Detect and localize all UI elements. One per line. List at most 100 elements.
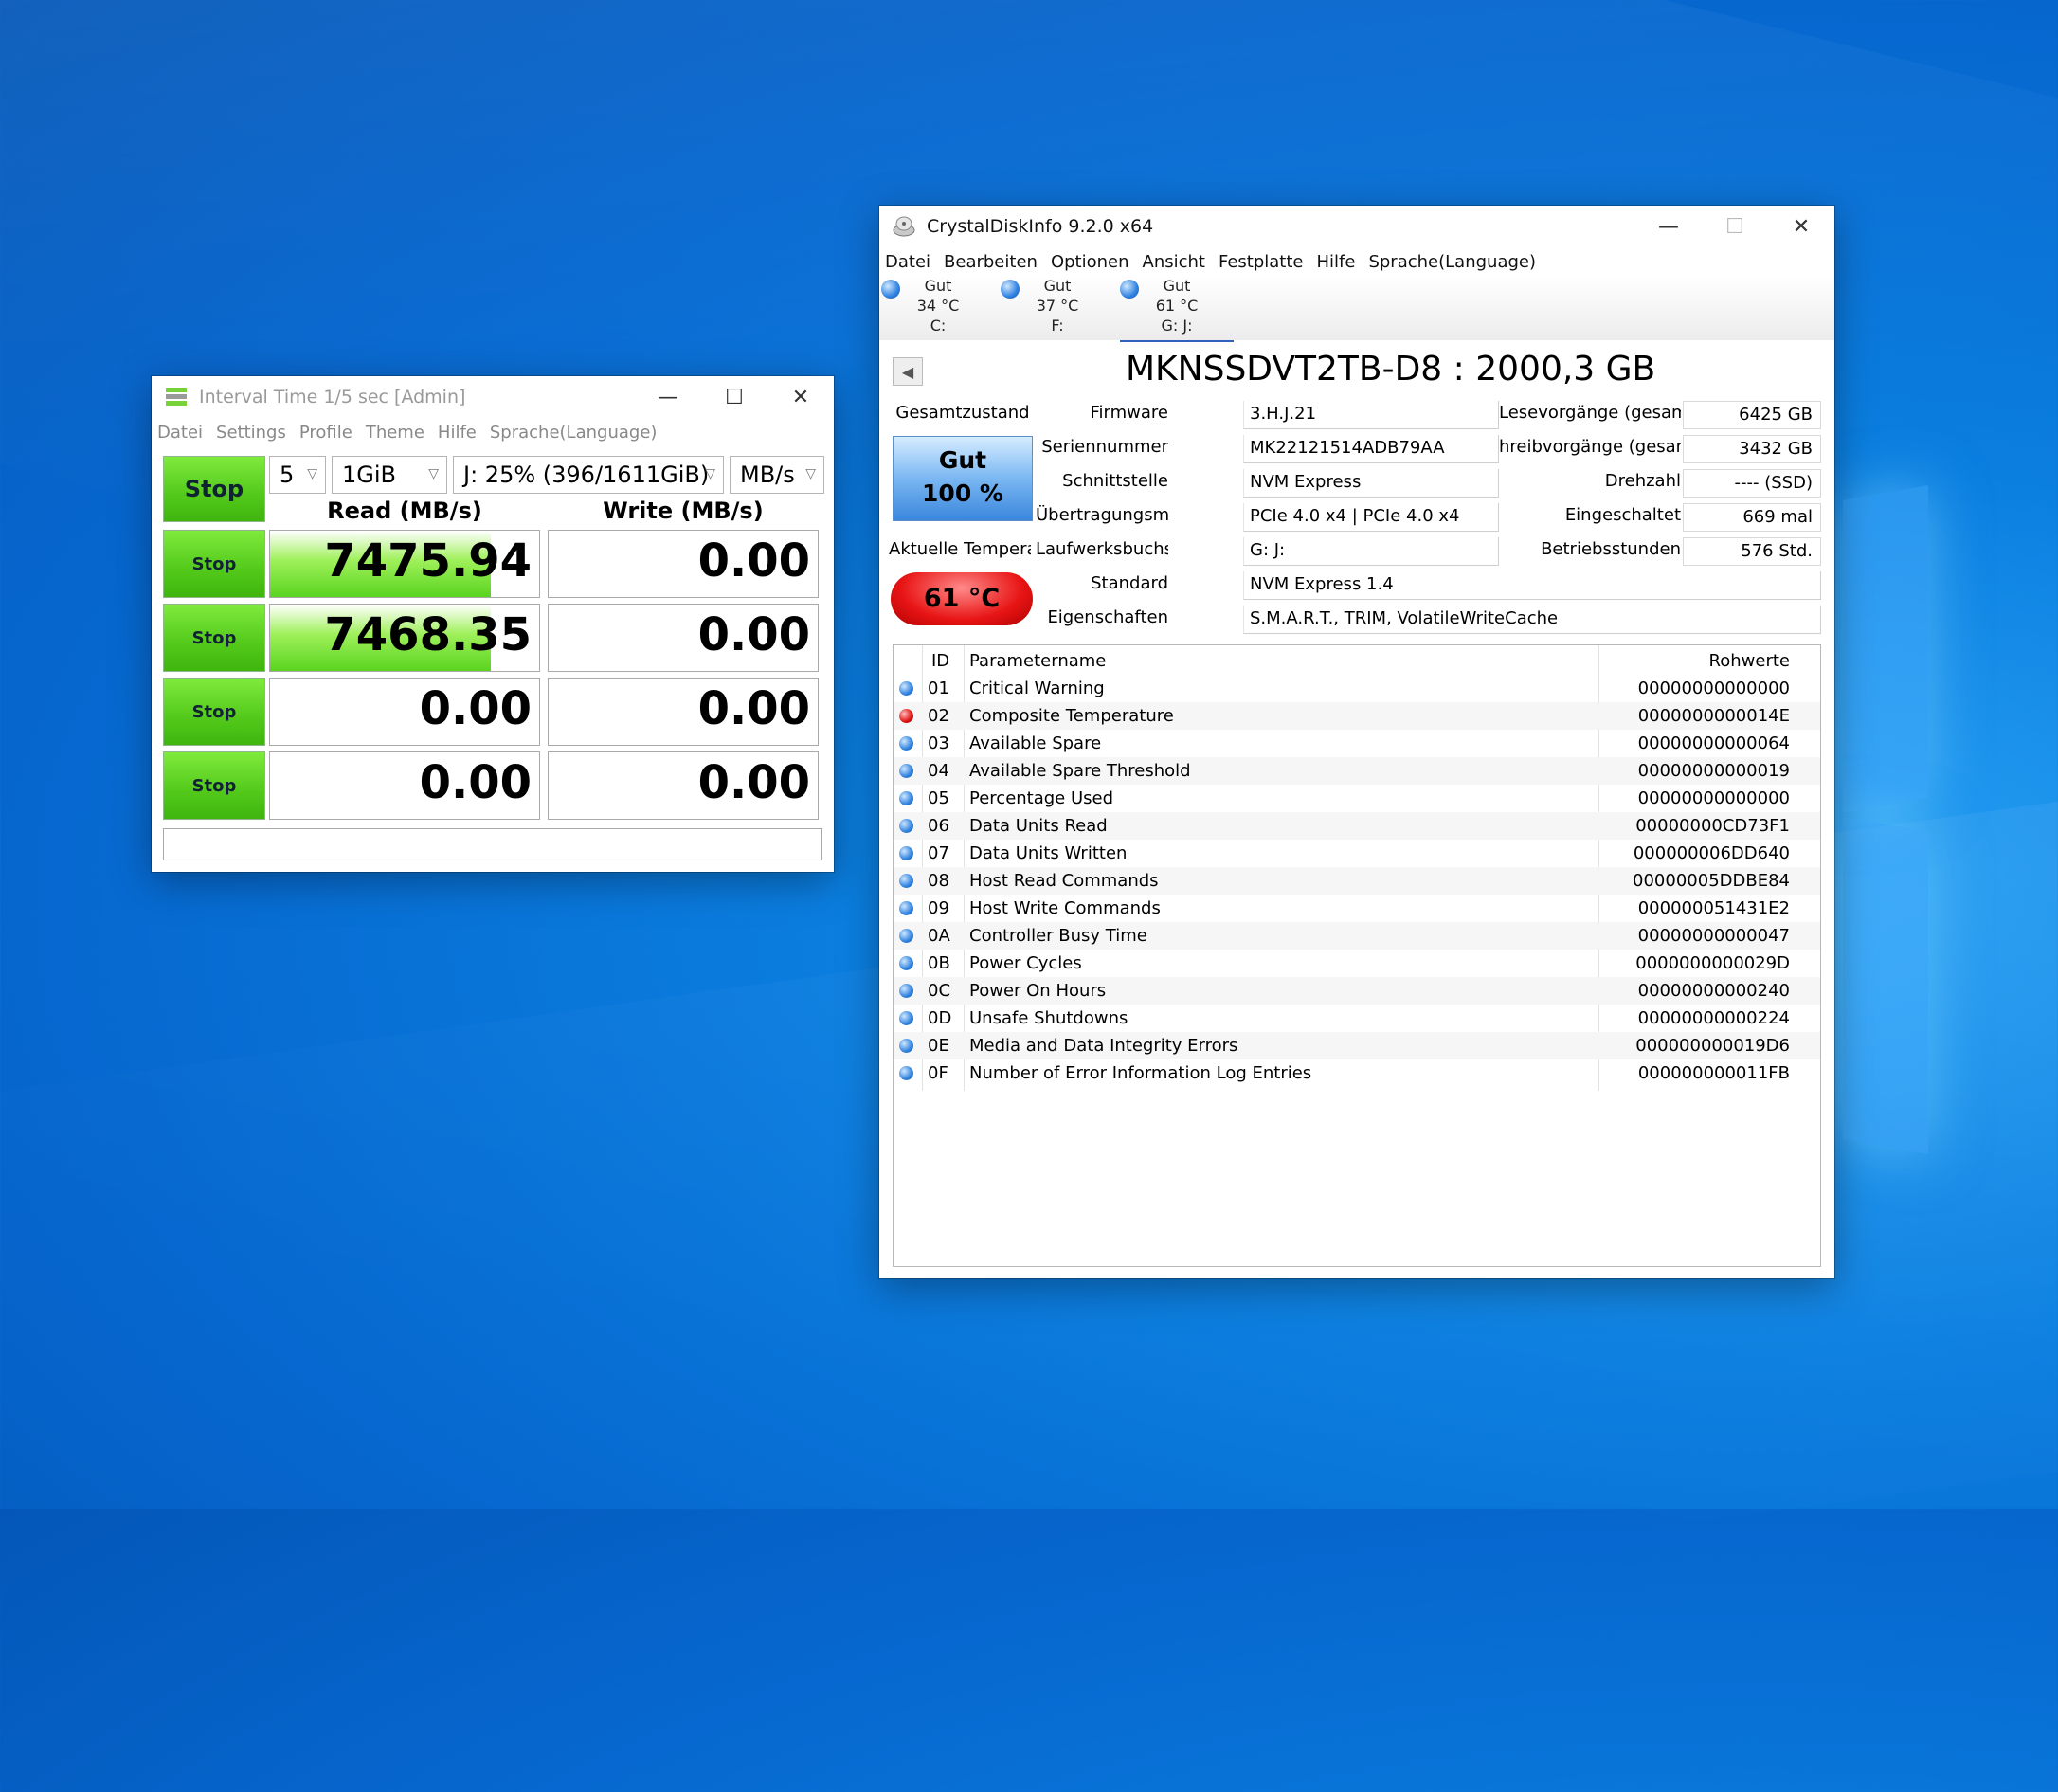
menu-ansicht[interactable]: Ansicht bbox=[1143, 252, 1205, 272]
smart-row[interactable]: 0C Power On Hours 00000000000240 bbox=[894, 977, 1820, 1005]
smart-name: Available Spare Threshold bbox=[969, 761, 1191, 781]
smart-name: Controller Busy Time bbox=[969, 926, 1147, 946]
size-select[interactable]: 1GiB ▽ bbox=[332, 456, 447, 494]
col-raw[interactable]: Rohwerte bbox=[1709, 647, 1790, 675]
smart-id: 04 bbox=[928, 761, 949, 781]
menu-theme[interactable]: Theme bbox=[366, 423, 424, 443]
interface-value: NVM Express bbox=[1243, 469, 1499, 498]
smart-row[interactable]: 0A Controller Busy Time 00000000000047 bbox=[894, 922, 1820, 950]
menu-datei[interactable]: Datei bbox=[157, 423, 203, 443]
read-result-cell: 0.00 bbox=[269, 751, 540, 820]
smart-id: 08 bbox=[928, 871, 949, 891]
crystaldiskinfo-window: CrystalDiskInfo 9.2.0 x64 — ☐ ✕ Datei Be… bbox=[879, 206, 1834, 1278]
row-stop-button[interactable]: Stop bbox=[163, 604, 265, 672]
size-value: 1GiB bbox=[342, 462, 396, 488]
menu-hilfe[interactable]: Hilfe bbox=[1317, 252, 1356, 272]
smart-row[interactable]: 0B Power Cycles 0000000000029D bbox=[894, 950, 1820, 977]
smart-raw-value: 00000000000000 bbox=[1637, 679, 1790, 698]
drive-temp: 61 °C bbox=[1155, 297, 1199, 315]
health-label: Gesamtzustand bbox=[895, 403, 1030, 423]
row-stop-button[interactable]: Stop bbox=[163, 530, 265, 598]
smart-raw-value: 00000000CD73F1 bbox=[1635, 816, 1790, 836]
smart-raw-value: 00000000000047 bbox=[1637, 926, 1790, 946]
smart-row[interactable]: 05 Percentage Used 00000000000000 bbox=[894, 785, 1820, 812]
smart-raw-value: 00000000000000 bbox=[1637, 788, 1790, 808]
writes-total-value: 3432 GB bbox=[1683, 435, 1821, 463]
maximize-button[interactable]: ☐ bbox=[701, 376, 767, 418]
menu-language[interactable]: Sprache(Language) bbox=[490, 423, 658, 443]
drive-select[interactable]: J: 25% (396/1611GiB) ▽ bbox=[453, 456, 724, 494]
drive-tab-gj[interactable]: Gut 61 °C G: J: bbox=[1120, 276, 1234, 342]
reads-total-value: 6425 GB bbox=[1683, 401, 1821, 429]
menu-profile[interactable]: Profile bbox=[299, 423, 352, 443]
standard-value: NVM Express 1.4 bbox=[1243, 571, 1821, 600]
smart-row[interactable]: 02 Composite Temperature 0000000000014E bbox=[894, 702, 1820, 730]
smart-id: 0E bbox=[928, 1036, 949, 1056]
minimize-button[interactable]: — bbox=[1635, 206, 1702, 247]
row-stop-button[interactable]: Stop bbox=[163, 678, 265, 746]
smart-name: Percentage Used bbox=[969, 788, 1114, 808]
health-status-badge[interactable]: Gut 100 % bbox=[893, 436, 1033, 521]
cdi-titlebar[interactable]: CrystalDiskInfo 9.2.0 x64 — ☐ ✕ bbox=[879, 206, 1834, 247]
smart-id: 06 bbox=[928, 816, 949, 836]
smart-row[interactable]: 09 Host Write Commands 000000051431E2 bbox=[894, 895, 1820, 922]
write-value: 0.00 bbox=[697, 682, 810, 735]
health-status-icon bbox=[1001, 280, 1020, 299]
smart-name: Unsafe Shutdowns bbox=[969, 1008, 1128, 1028]
read-result-cell: 0.00 bbox=[269, 678, 540, 746]
smart-name: Data Units Written bbox=[969, 843, 1128, 863]
drive-tab-c[interactable]: Gut 34 °C C: bbox=[881, 276, 995, 340]
smart-row[interactable]: 08 Host Read Commands 00000005DDBE84 bbox=[894, 867, 1820, 895]
smart-row[interactable]: 07 Data Units Written 000000006DD640 bbox=[894, 840, 1820, 867]
standard-label: Standard bbox=[1091, 573, 1168, 593]
menu-hilfe[interactable]: Hilfe bbox=[438, 423, 477, 443]
smart-name: Available Spare bbox=[969, 733, 1102, 753]
smart-table[interactable]: ID Parametername Rohwerte 01 Critical War… bbox=[893, 644, 1821, 1267]
menu-datei[interactable]: Datei bbox=[885, 252, 930, 272]
smart-id: 07 bbox=[928, 843, 949, 863]
col-name[interactable]: Parametername bbox=[969, 647, 1106, 675]
interface-label: Schnittstelle bbox=[1062, 471, 1168, 491]
smart-row[interactable]: 06 Data Units Read 00000000CD73F1 bbox=[894, 812, 1820, 840]
smart-id: 0A bbox=[928, 926, 950, 946]
menu-festplatte[interactable]: Festplatte bbox=[1219, 252, 1304, 272]
smart-row[interactable]: 01 Critical Warning 00000000000000 bbox=[894, 675, 1820, 702]
menu-optionen[interactable]: Optionen bbox=[1051, 252, 1129, 272]
smart-raw-value: 0000000000014E bbox=[1637, 706, 1790, 726]
smart-row[interactable]: 0F Number of Error Information Log Entrie… bbox=[894, 1059, 1820, 1087]
ok-status-icon bbox=[899, 736, 913, 751]
close-button[interactable]: ✕ bbox=[1768, 206, 1834, 247]
read-value: 7475.94 bbox=[324, 534, 532, 588]
count-select[interactable]: 5 ▽ bbox=[269, 456, 326, 494]
smart-row[interactable]: 0E Media and Data Integrity Errors 0000000… bbox=[894, 1032, 1820, 1059]
maximize-button[interactable]: ☐ bbox=[1702, 206, 1768, 247]
close-button[interactable]: ✕ bbox=[767, 376, 834, 418]
power-on-count-label: Eingeschaltet bbox=[1564, 505, 1681, 525]
drive-tab-f[interactable]: Gut 37 °C F: bbox=[1001, 276, 1114, 340]
write-column-header: Write (MB/s) bbox=[603, 498, 764, 524]
menu-settings[interactable]: Settings bbox=[216, 423, 286, 443]
stop-all-button[interactable]: Stop bbox=[163, 456, 265, 522]
smart-id: 09 bbox=[928, 898, 949, 918]
count-value: 5 bbox=[280, 462, 295, 488]
diskmark-body: Stop 5 ▽ 1GiB ▽ J: 25% (396/1611GiB) ▽ M… bbox=[163, 456, 824, 860]
row-stop-button[interactable]: Stop bbox=[163, 751, 265, 820]
drive-letter: F: bbox=[1051, 317, 1064, 335]
smart-row[interactable]: 0D Unsafe Shutdowns 00000000000224 bbox=[894, 1005, 1820, 1032]
smart-table-header: ID Parametername Rohwerte bbox=[894, 647, 1820, 675]
previous-disk-button[interactable]: ◀ bbox=[893, 357, 923, 386]
read-value: 0.00 bbox=[419, 756, 532, 809]
menu-bearbeiten[interactable]: Bearbeiten bbox=[944, 252, 1038, 272]
smart-id: 02 bbox=[928, 706, 949, 726]
write-result-cell: 0.00 bbox=[548, 678, 819, 746]
temperature-badge[interactable]: 61 °C bbox=[891, 572, 1033, 625]
unit-select[interactable]: MB/s ▽ bbox=[730, 456, 824, 494]
drive-temp: 34 °C bbox=[916, 297, 960, 315]
smart-row[interactable]: 03 Available Spare 00000000000064 bbox=[894, 730, 1820, 757]
diskmark-titlebar[interactable]: Interval Time 1/5 sec [Admin] — ☐ ✕ bbox=[152, 376, 834, 418]
diskmark-window: Interval Time 1/5 sec [Admin] — ☐ ✕ Date… bbox=[152, 376, 834, 872]
menu-language[interactable]: Sprache(Language) bbox=[1368, 252, 1536, 272]
smart-raw-value: 000000051431E2 bbox=[1637, 898, 1790, 918]
minimize-button[interactable]: — bbox=[635, 376, 701, 418]
smart-row[interactable]: 04 Available Spare Threshold 0000000000001… bbox=[894, 757, 1820, 785]
